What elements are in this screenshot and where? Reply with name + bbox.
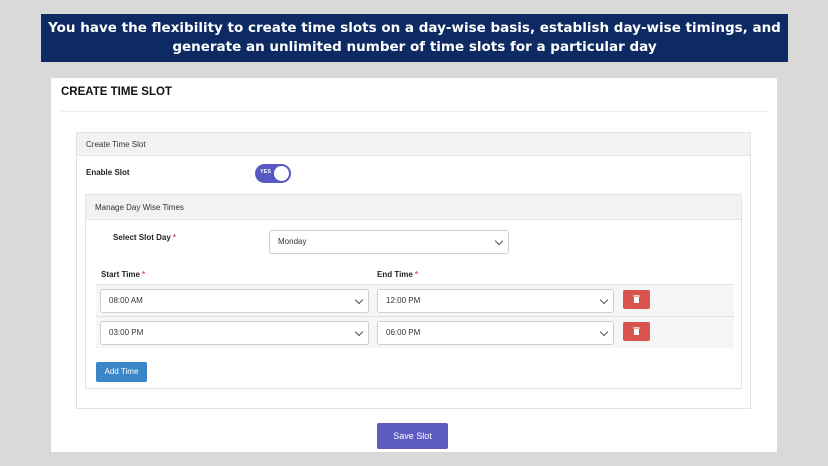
save-slot-button[interactable]: Save Slot bbox=[377, 423, 448, 449]
start-time-select[interactable]: 03:00 PM bbox=[100, 321, 369, 345]
toggle-yes-text: YES bbox=[260, 169, 272, 175]
info-banner: You have the flexibility to create time … bbox=[41, 14, 788, 62]
day-wise-times-header: Manage Day Wise Times bbox=[86, 195, 741, 220]
end-time-value: 12:00 PM bbox=[386, 296, 421, 305]
chevron-down-icon bbox=[354, 295, 364, 305]
start-time-value: 03:00 PM bbox=[109, 328, 144, 337]
delete-time-button[interactable] bbox=[623, 290, 650, 309]
start-time-value: 08:00 AM bbox=[109, 296, 143, 305]
toggle-knob bbox=[274, 166, 289, 181]
chevron-down-icon bbox=[599, 327, 609, 337]
required-mark: * bbox=[414, 270, 418, 279]
slot-day-value: Monday bbox=[278, 237, 307, 246]
end-time-value: 06:00 PM bbox=[386, 328, 421, 337]
create-time-slot-panel: Create Time Slot Enable Slot YES Manage … bbox=[76, 132, 751, 409]
required-mark: * bbox=[141, 270, 146, 279]
day-wise-times-section: Manage Day Wise Times Select Slot Day * M… bbox=[85, 194, 742, 389]
page-title: CREATE TIME SLOT bbox=[61, 86, 172, 98]
end-time-label-text: End Time bbox=[377, 270, 413, 279]
start-time-label-text: Start Time bbox=[101, 270, 140, 279]
title-divider bbox=[61, 111, 767, 112]
slot-day-label-text: Select Slot Day bbox=[113, 233, 171, 242]
end-time-label: End Time * bbox=[377, 270, 418, 279]
trash-icon bbox=[633, 295, 640, 303]
required-mark: * bbox=[172, 233, 176, 242]
banner-line-1: You have the flexibility to create time … bbox=[48, 20, 781, 36]
delete-time-button[interactable] bbox=[623, 322, 650, 341]
end-time-select[interactable]: 12:00 PM bbox=[377, 289, 614, 313]
slot-day-select[interactable]: Monday bbox=[269, 230, 509, 254]
start-time-select[interactable]: 08:00 AM bbox=[100, 289, 369, 313]
panel-header: Create Time Slot bbox=[77, 133, 750, 156]
add-time-button[interactable]: Add Time bbox=[96, 362, 147, 382]
enable-slot-toggle[interactable]: YES bbox=[255, 164, 291, 183]
trash-icon bbox=[633, 327, 640, 335]
start-time-label: Start Time * bbox=[101, 270, 145, 279]
enable-slot-label: Enable Slot bbox=[86, 168, 130, 177]
end-time-select[interactable]: 06:00 PM bbox=[377, 321, 614, 345]
chevron-down-icon bbox=[599, 295, 609, 305]
create-time-slot-card: CREATE TIME SLOT Create Time Slot Enable… bbox=[51, 78, 777, 452]
chevron-down-icon bbox=[494, 236, 504, 246]
chevron-down-icon bbox=[354, 327, 364, 337]
banner-line-2: generate an unlimited number of time slo… bbox=[172, 39, 657, 55]
slot-day-label: Select Slot Day * bbox=[113, 233, 176, 242]
